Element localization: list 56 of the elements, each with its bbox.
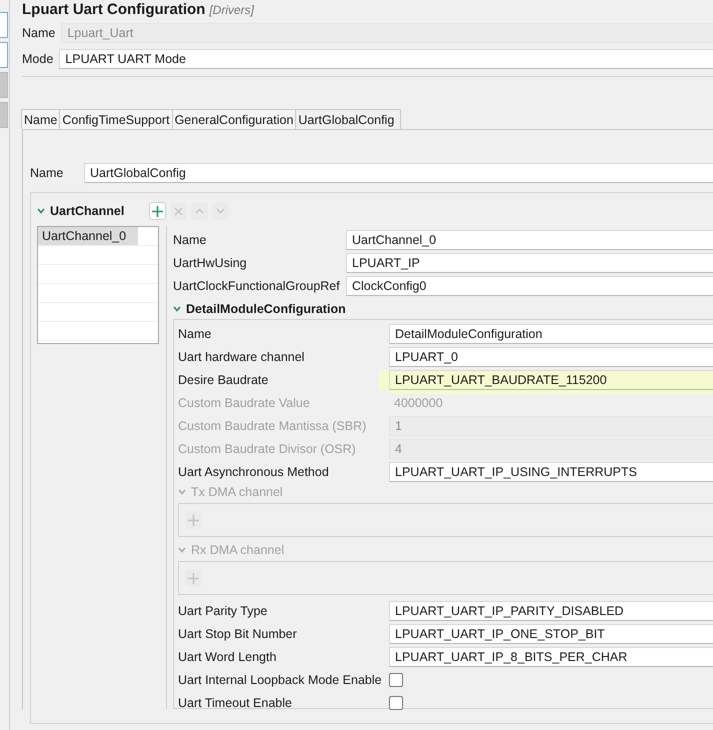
side-tool-button[interactable] bbox=[0, 12, 8, 38]
side-tool-button[interactable] bbox=[0, 102, 8, 128]
add-button[interactable] bbox=[149, 202, 166, 220]
field-label: Custom Baudrate Divisor (OSR) bbox=[178, 442, 357, 456]
checkbox[interactable] bbox=[389, 696, 403, 710]
value-field[interactable]: ClockConfig0 bbox=[346, 276, 713, 296]
chevron-up-icon bbox=[195, 208, 204, 214]
field-label: Uart Stop Bit Number bbox=[178, 626, 298, 640]
field-label: Name bbox=[178, 326, 212, 340]
page-title: Lpuart Uart Configuration bbox=[22, 1, 206, 18]
field-label: Name bbox=[30, 166, 64, 180]
name-field[interactable]: UartGlobalConfig bbox=[84, 163, 713, 183]
chevron-down-icon bbox=[216, 208, 226, 214]
tab[interactable]: UartGlobalConfig bbox=[295, 109, 402, 129]
tab[interactable]: ConfigTimeSupport bbox=[59, 109, 173, 129]
chevron-down-icon[interactable] bbox=[37, 208, 45, 214]
section-title: Tx DMA channel bbox=[191, 485, 283, 499]
value-field[interactable]: LPUART_UART_IP_8_BITS_PER_CHAR bbox=[389, 646, 713, 666]
tab[interactable]: GeneralConfiguration bbox=[172, 109, 296, 129]
field-label: Desire Baudrate bbox=[178, 372, 270, 386]
field-label: Name bbox=[22, 26, 56, 40]
side-tool-button[interactable] bbox=[0, 42, 8, 68]
plus-icon bbox=[188, 572, 199, 584]
close-icon bbox=[174, 206, 184, 216]
value-field[interactable]: LPUART_UART_IP_USING_INTERRUPTS bbox=[389, 462, 713, 482]
value-field[interactable]: UartChannel_0 bbox=[346, 230, 713, 250]
field-label: Mode bbox=[22, 52, 54, 66]
field-label: UartHwUsing bbox=[173, 256, 248, 270]
field-label: Uart Word Length bbox=[178, 650, 278, 664]
value-field[interactable]: LPUART_0 bbox=[389, 346, 713, 366]
value-field[interactable]: LPUART_UART_IP_PARITY_DISABLED bbox=[389, 600, 713, 620]
field-label: Uart Parity Type bbox=[178, 604, 268, 618]
value-field[interactable]: LPUART_IP bbox=[346, 252, 713, 272]
list-item[interactable]: UartChannel_0 bbox=[38, 227, 138, 246]
page-title-tag: [Drivers] bbox=[209, 3, 254, 17]
field-label: Custom Baudrate Value bbox=[178, 396, 311, 410]
field-label: Uart hardware channel bbox=[178, 350, 306, 364]
field-label: Name bbox=[173, 232, 208, 246]
field-label: Uart Asynchronous Method bbox=[178, 464, 330, 478]
plus-icon bbox=[188, 514, 199, 526]
field-label: Uart Timeout Enable bbox=[178, 696, 293, 710]
mode-field[interactable]: LPUART UART Mode bbox=[59, 49, 713, 69]
side-tool-button[interactable] bbox=[0, 72, 8, 98]
chevron-down-icon[interactable] bbox=[173, 306, 181, 312]
tab[interactable]: Name bbox=[21, 109, 60, 129]
section-title: Rx DMA channel bbox=[191, 543, 284, 557]
field-label: Uart Internal Loopback Mode Enable bbox=[178, 672, 383, 686]
value-field[interactable]: LPUART_UART_IP_ONE_STOP_BIT bbox=[389, 624, 713, 644]
plus-icon bbox=[152, 206, 164, 216]
section-title: DetailModuleConfiguration bbox=[186, 302, 346, 316]
checkbox[interactable] bbox=[389, 672, 403, 686]
field-label: UartClockFunctionalGroupRef bbox=[173, 278, 341, 292]
value-text: 4000000 bbox=[394, 396, 443, 410]
group-title: UartChannel bbox=[50, 204, 124, 218]
field-label: Custom Baudrate Mantissa (SBR) bbox=[178, 418, 368, 432]
value-field[interactable]: DetailModuleConfiguration bbox=[389, 324, 713, 344]
